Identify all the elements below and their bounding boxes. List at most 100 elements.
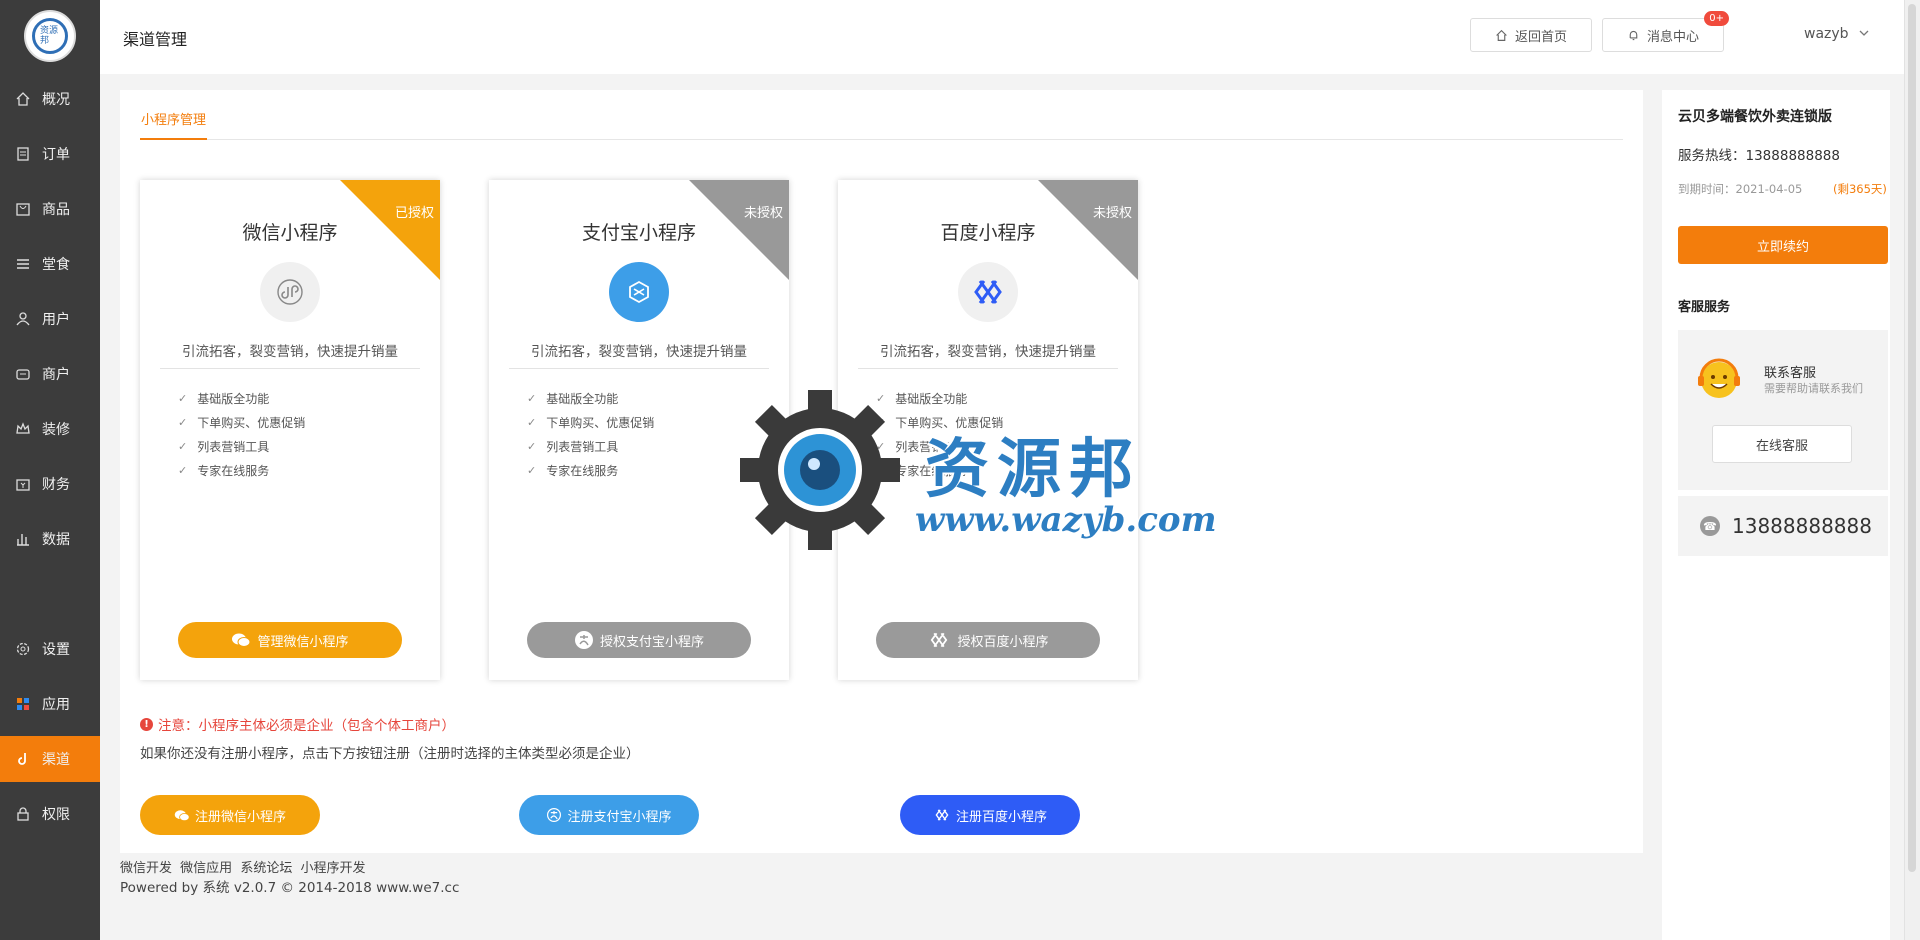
check-icon: ✓ [178,416,188,429]
apps-icon [14,695,32,713]
sidebar-item-label: 应用 [42,697,70,713]
service-title: 客服服务 [1678,300,1731,315]
feature-item: ✓ 下单购买、优惠促销 [178,416,306,430]
sidebar-item-label: 数据 [42,532,70,548]
product-name: 云贝多端餐饮外卖连锁版 [1678,109,1832,125]
tab-miniprogram[interactable]: 小程序管理 [140,110,208,140]
sidebar-item-permissions[interactable]: 权限 [0,791,100,837]
online-service-button[interactable]: 在线客服 [1712,425,1852,463]
divider [509,368,769,369]
alipay-card: 未授权 支付宝小程序 引流拓客，裂变营销，快速提升销量 ✓ 基础版全功能 ✓ 下单购… [489,180,789,680]
register-baidu-button[interactable]: 注册百度小程序 [900,795,1080,835]
feature-item: ✓ 列表营销工具 [876,440,968,454]
authorize-baidu-button[interactable]: 授权百度小程序 [876,622,1100,658]
feature-item: ✓ 基础版全功能 [178,392,270,406]
page-scrollbar[interactable] [1904,0,1920,940]
sidebar-item-label: 用户 [42,312,70,328]
sidebar-item-label: 商户 [42,367,70,383]
divider [160,368,420,369]
message-center-button[interactable]: 消息中心 0+ [1602,11,1729,52]
card-title: 百度小程序 [940,222,1036,244]
warning-text: 注意：小程序主体必须是企业（包含个体工商户） [158,718,455,734]
username: wazyb [1804,26,1849,42]
list-icon [14,255,32,273]
sidebar-item-goods[interactable]: 商品 [0,186,100,232]
register-hint: 如果你还没有注册小程序，点击下方按钮注册（注册时选择的主体类型必须是企业） [140,746,640,762]
button-label: 注册百度小程序 [955,809,1047,825]
scrollbar-thumb[interactable] [1908,4,1916,872]
customer-service-box: 联系客服 需要帮助请联系我们 在线客服 [1678,330,1888,490]
sidebar-item-label: 财务 [42,477,70,493]
feature-item: ✓ 专家在线服务 [527,464,619,478]
service-hotline: 服务热线：13888888888 [1678,148,1840,164]
crown-icon [14,420,32,438]
sidebar-item-dinein[interactable]: 堂食 [0,241,100,287]
tab-bar: 小程序管理 [140,110,1623,140]
renew-button[interactable]: 立即续约 [1678,226,1888,264]
baidu-card: 未授权 百度小程序 引流拓客，裂变营销，快速提升销量 ✓ 基础版全功能 ✓ 下单购买… [838,180,1138,680]
feature-item: ✓ 基础版全功能 [527,392,619,406]
lock-icon [14,805,32,823]
sidebar-item-merchants[interactable]: 商户 [0,351,100,397]
user-menu[interactable]: wazyb [1804,26,1869,42]
contact-cs-title: 联系客服 [1764,366,1817,381]
main-panel: 小程序管理 已授权 微信小程序 引流拓客，裂变营销，快速提升销量 ✓ 基础版全功能… [120,90,1643,853]
check-icon: ✓ [876,392,886,405]
footer-link[interactable]: 小程序开发 [300,861,365,876]
check-icon: ✓ [527,464,537,477]
check-icon: ✓ [876,440,886,453]
button-label: 注册微信小程序 [194,809,286,825]
bell-icon [1629,30,1638,40]
logo[interactable]: 资源邦 [24,10,76,62]
phone-box: ☎ 13888888888 [1678,496,1888,556]
sidebar-item-apps[interactable]: 应用 [0,681,100,727]
sidebar: 资源邦 概况 订单 商品 堂食 用户 商户 装修 财务 数据 设置 应用 渠道 … [0,0,100,940]
wechat-card: 已授权 微信小程序 引流拓客，裂变营销，快速提升销量 ✓ 基础版全功能 ✓ 下单购买… [140,180,440,680]
divider [858,368,1118,369]
top-header: 渠道管理 返回首页 消息中心 0+ wazyb [100,0,1904,74]
wallet-icon [14,475,32,493]
gear-icon [14,640,32,658]
sidebar-item-users[interactable]: 用户 [0,296,100,342]
sidebar-item-settings[interactable]: 设置 [0,626,100,672]
expire-date: 到期时间：2021-04-05 [1678,182,1803,196]
sidebar-item-overview[interactable]: 概况 [0,76,100,122]
alipay-icon [547,808,562,822]
sidebar-item-channel[interactable]: 渠道 [0,736,100,782]
sidebar-item-orders[interactable]: 订单 [0,131,100,177]
user-icon [14,310,32,328]
button-label: 授权支付宝小程序 [599,634,704,650]
baidu-miniprogram-icon [958,262,1018,322]
phone-icon: ☎ [1700,516,1720,536]
sidebar-item-label: 装修 [42,422,70,438]
feature-item: ✓ 下单购买、优惠促销 [876,416,1004,430]
feature-item: ✓ 专家在线服务 [876,464,968,478]
feature-item: ✓ 列表营销工具 [178,440,270,454]
chevron-down-icon [1859,30,1869,36]
register-alipay-button[interactable]: 注册支付宝小程序 [519,795,699,835]
channel-icon [14,750,32,768]
footer-link[interactable]: 微信应用 [180,861,232,876]
footer-link[interactable]: 系统论坛 [240,861,292,876]
home-button[interactable]: 返回首页 [1470,18,1592,52]
authorize-alipay-button[interactable]: 授权支付宝小程序 [527,622,751,658]
powered-by: Powered by 系统 v2.0.7 © 2014-2018 www.we7… [120,880,460,896]
sidebar-item-label: 概况 [42,92,70,108]
sidebar-item-data[interactable]: 数据 [0,516,100,562]
check-icon: ✓ [527,440,537,453]
order-icon [14,145,32,163]
check-icon: ✓ [178,464,188,477]
sidebar-item-decorate[interactable]: 装修 [0,406,100,452]
home-icon [1496,29,1507,41]
sidebar-item-finance[interactable]: 财务 [0,461,100,507]
warning-notice: ! 注意：小程序主体必须是企业（包含个体工商户） [140,714,455,734]
support-agent-icon [1698,358,1740,398]
chart-icon [14,530,32,548]
card-description: 引流拓客，裂变营销，快速提升销量 [880,344,1096,360]
footer-link[interactable]: 微信开发 [120,861,172,876]
manage-wechat-button[interactable]: 管理微信小程序 [178,622,402,658]
logo-text: 资源邦 [40,26,59,46]
register-wechat-button[interactable]: 注册微信小程序 [140,795,320,835]
wechat-icon [232,633,251,647]
sidebar-item-label: 订单 [42,147,70,163]
